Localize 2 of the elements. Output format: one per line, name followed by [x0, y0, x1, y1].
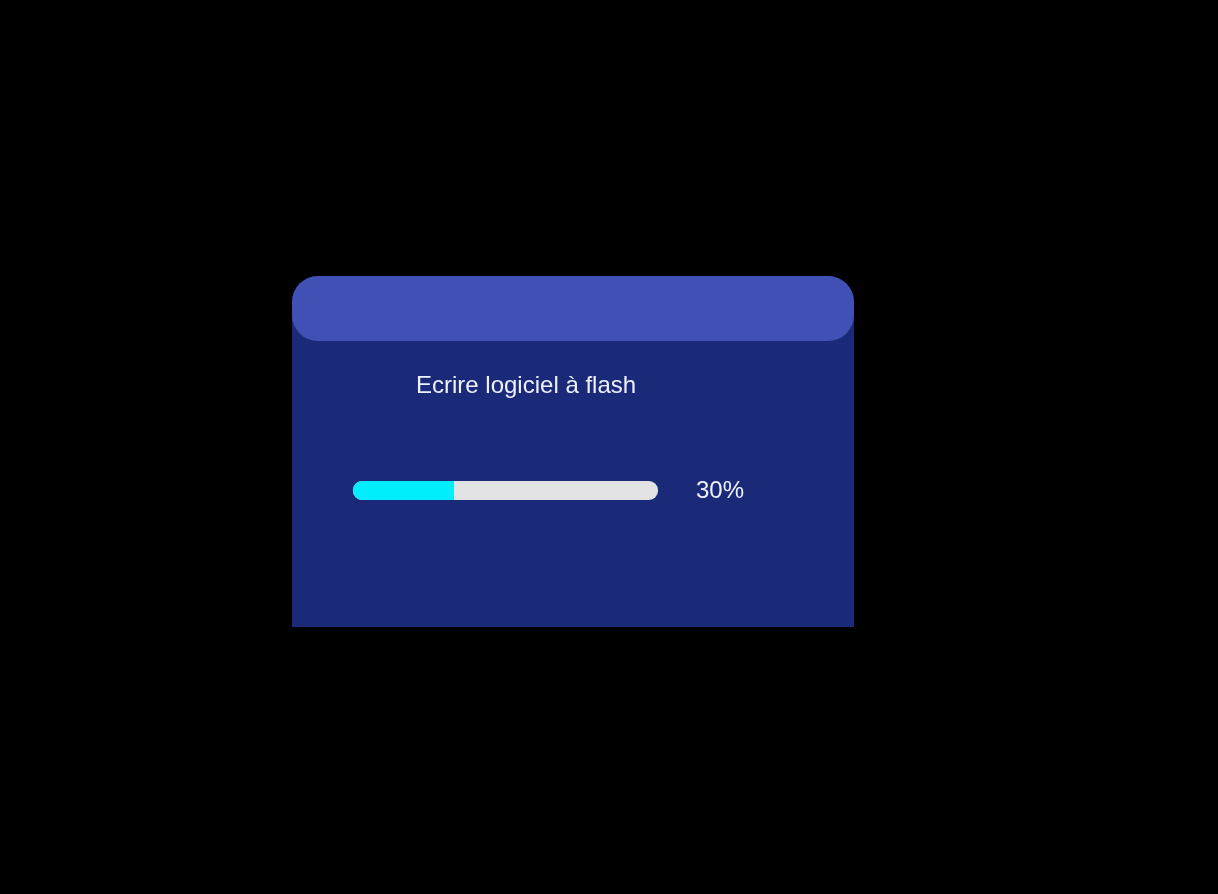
status-message: Ecrire logiciel à flash [416, 371, 637, 399]
progress-percent: 30% [696, 476, 745, 504]
